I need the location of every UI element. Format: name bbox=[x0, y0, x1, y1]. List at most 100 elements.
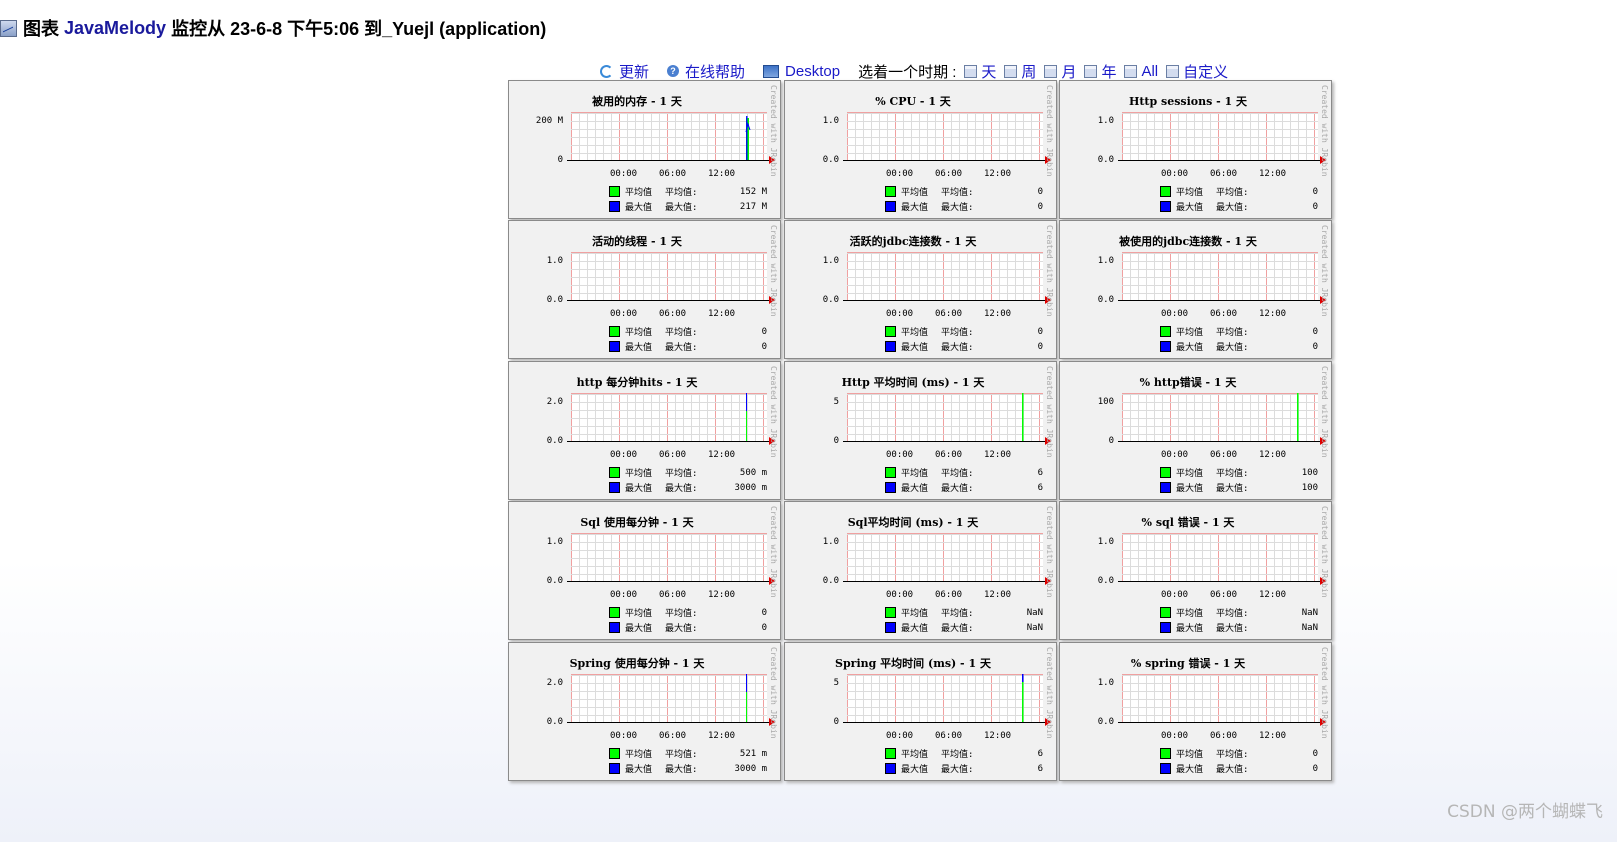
legend-avg-key: 平均值: bbox=[941, 609, 974, 619]
legend-max: 最大值 最大值: 0 bbox=[1160, 200, 1322, 213]
legend-avg-swatch bbox=[1160, 326, 1171, 337]
chart-panel[interactable]: % sql 错误 - 1 天 1.0 0.0 00:00 06:00 12:00 Creat… bbox=[1059, 501, 1332, 640]
legend-avg-value: 0 bbox=[1037, 186, 1043, 197]
x-tick: 06:00 bbox=[935, 309, 963, 319]
calendar-icon bbox=[1084, 64, 1098, 78]
legend-max-swatch bbox=[885, 341, 896, 352]
y-tick-top: 200 M bbox=[535, 116, 563, 126]
chart-watermark: Created with JRobin bbox=[769, 647, 778, 739]
legend-avg-swatch bbox=[1160, 467, 1171, 478]
chart-title: % http错误 - 1 天 bbox=[1139, 376, 1237, 389]
legend-max-swatch bbox=[609, 622, 620, 633]
legend-avg-label: 平均值 bbox=[901, 609, 929, 619]
y-tick-bottom: 0 bbox=[833, 436, 839, 446]
legend-avg-label: 平均值 bbox=[901, 750, 929, 760]
chart-x-axis bbox=[567, 581, 773, 582]
chart-watermark: Created with JRobin bbox=[1045, 366, 1054, 458]
y-tick-bottom: 0.0 bbox=[546, 436, 563, 446]
legend-max-key: 最大值: bbox=[665, 484, 698, 494]
x-tick: 00:00 bbox=[610, 309, 638, 319]
legend-max-swatch bbox=[885, 622, 896, 633]
refresh-link[interactable]: 更新 bbox=[600, 61, 649, 82]
legend-max: 最大值 最大值: 0 bbox=[885, 200, 1047, 213]
legend-avg-swatch bbox=[885, 607, 896, 618]
chart-panel[interactable]: 活动的线程 - 1 天 1.0 0.0 00:00 06:00 12:00 Created … bbox=[508, 220, 781, 359]
legend-max: 最大值 最大值: 0 bbox=[1160, 340, 1322, 353]
chart-panel[interactable]: % CPU - 1 天 1.0 0.0 00:00 06:00 12:00 Created … bbox=[784, 80, 1057, 219]
x-tick: 06:00 bbox=[659, 169, 687, 179]
chart-title: http 每分钟hits - 1 天 bbox=[576, 376, 698, 389]
chart-panel[interactable]: Spring 平均时间 (ms) - 1 天 5 0 00:00 06:00 12:00 C… bbox=[784, 642, 1057, 781]
refresh-label: 更新 bbox=[619, 63, 650, 81]
y-tick-top: 1.0 bbox=[546, 537, 563, 547]
calendar-icon bbox=[1124, 64, 1138, 78]
page-header: 图表 JavaMelody 监控从 23-6-8 下午5:06 到_Yuejl … bbox=[0, 16, 546, 40]
period-year-link[interactable]: 年 bbox=[1084, 61, 1116, 82]
desktop-link[interactable]: Desktop bbox=[763, 63, 840, 80]
chart-panel[interactable]: Http 平均时间 (ms) - 1 天 5 0 00:00 06:00 12:00 Cre… bbox=[784, 361, 1057, 500]
legend-max: 最大值 最大值: 0 bbox=[609, 621, 771, 634]
chart-panel[interactable]: 活跃的jdbc连接数 - 1 天 1.0 0.0 00:00 06:00 12:00 Cre… bbox=[784, 220, 1057, 359]
y-tick-bottom: 0.0 bbox=[546, 295, 563, 305]
chart-title: 活动的线程 - 1 天 bbox=[592, 235, 682, 248]
calendar-icon bbox=[1166, 64, 1180, 78]
period-month-link[interactable]: 月 bbox=[1044, 61, 1076, 82]
legend-max: 最大值 最大值: NaN bbox=[1160, 621, 1322, 634]
legend-avg-value: 500 m bbox=[739, 467, 767, 478]
x-tick: 00:00 bbox=[610, 450, 638, 460]
chart-panel[interactable]: http 每分钟hits - 1 天 2.0 0.0 00:00 06:00 12:00 C… bbox=[508, 361, 781, 500]
calendar-icon bbox=[964, 64, 978, 78]
chart-panel[interactable]: % http错误 - 1 天 100 0 00:00 06:00 12:00 Created… bbox=[1059, 361, 1332, 500]
legend-max-label: 最大值 bbox=[901, 343, 929, 353]
legend-max-value: 0 bbox=[761, 341, 767, 352]
legend-avg-key: 平均值: bbox=[665, 469, 698, 479]
chart-panel[interactable]: Sql平均时间 (ms) - 1 天 1.0 0.0 00:00 06:00 12:00 C… bbox=[784, 501, 1057, 640]
chart-plot-area bbox=[847, 533, 1043, 582]
x-tick: 06:00 bbox=[1210, 169, 1238, 179]
y-tick-top: 1.0 bbox=[1097, 256, 1114, 266]
legend-max-label: 最大值 bbox=[625, 765, 653, 775]
legend-avg-key: 平均值: bbox=[941, 750, 974, 760]
y-tick-top: 1.0 bbox=[822, 116, 839, 126]
period-week-label: 周 bbox=[1021, 63, 1037, 81]
chart-x-axis bbox=[1118, 160, 1324, 161]
x-tick: 00:00 bbox=[610, 731, 638, 741]
legend-max-value: 0 bbox=[1312, 763, 1318, 774]
period-day-link[interactable]: 天 bbox=[964, 61, 996, 82]
x-tick: 12:00 bbox=[1259, 590, 1287, 600]
x-tick: 06:00 bbox=[935, 450, 963, 460]
x-tick: 06:00 bbox=[659, 590, 687, 600]
brand-link[interactable]: JavaMelody bbox=[64, 18, 166, 39]
chart-panel[interactable]: Http sessions - 1 天 1.0 0.0 00:00 06:00 12:00… bbox=[1059, 80, 1332, 219]
y-tick-top: 100 bbox=[1097, 397, 1114, 407]
period-week-link[interactable]: 周 bbox=[1004, 61, 1036, 82]
chart-panel[interactable]: 被使用的jdbc连接数 - 1 天 1.0 0.0 00:00 06:00 12:00 Cr… bbox=[1059, 220, 1332, 359]
footer-credit: CSDN @两个蝴蝶飞 bbox=[1447, 802, 1603, 822]
help-link[interactable]: ? 在线帮助 bbox=[667, 61, 745, 82]
legend-avg: 平均值 平均值: 100 bbox=[1160, 466, 1322, 479]
chart-plot-area bbox=[571, 674, 767, 723]
x-tick: 00:00 bbox=[886, 731, 914, 741]
chart-x-axis bbox=[567, 160, 773, 161]
chart-panel[interactable]: Spring 使用每分钟 - 1 天 2.0 0.0 00:00 06:00 12:00 C… bbox=[508, 642, 781, 781]
legend-max-label: 最大值 bbox=[625, 343, 653, 353]
chart-panel[interactable]: 被用的内存 - 1 天 200 M 0 00:00 06:00 12:00 Created … bbox=[508, 80, 781, 219]
legend-avg: 平均值 平均值: 0 bbox=[609, 325, 771, 338]
period-all-link[interactable]: All bbox=[1124, 63, 1158, 80]
chart-watermark: Created with JRobin bbox=[1045, 506, 1054, 598]
legend-max-label: 最大值 bbox=[625, 624, 653, 634]
period-label: 选着一个时期 : bbox=[858, 63, 957, 81]
y-tick-bottom: 0 bbox=[833, 717, 839, 727]
period-custom-link[interactable]: 自定义 bbox=[1166, 61, 1228, 82]
legend-max-key: 最大值: bbox=[941, 343, 974, 353]
legend-avg: 平均值 平均值: 6 bbox=[885, 747, 1047, 760]
y-tick-bottom: 0.0 bbox=[546, 576, 563, 586]
chart-title: % sql 错误 - 1 天 bbox=[1141, 516, 1235, 529]
chart-plot-area bbox=[571, 112, 767, 161]
chart-panel[interactable]: % spring 错误 - 1 天 1.0 0.0 00:00 06:00 12:00 Cr… bbox=[1059, 642, 1332, 781]
chart-panel[interactable]: Sql 使用每分钟 - 1 天 1.0 0.0 00:00 06:00 12:00 Crea… bbox=[508, 501, 781, 640]
desktop-icon bbox=[763, 64, 780, 78]
legend-max-value: NaN bbox=[1026, 622, 1043, 633]
x-tick: 06:00 bbox=[935, 731, 963, 741]
x-tick: 12:00 bbox=[984, 169, 1012, 179]
